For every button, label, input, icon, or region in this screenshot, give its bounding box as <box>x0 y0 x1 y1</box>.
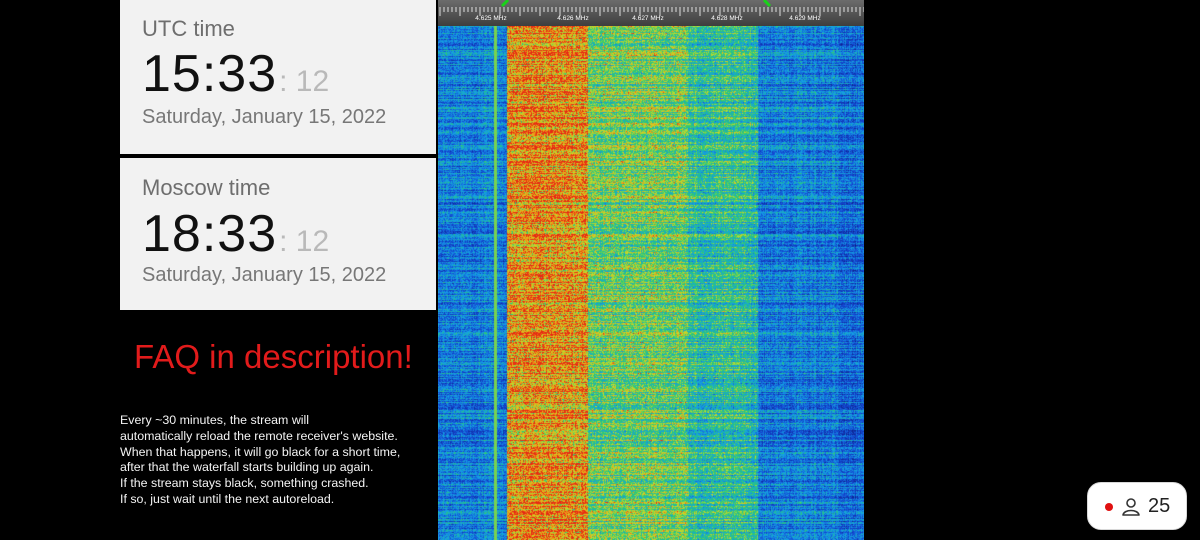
passband-marker <box>500 0 772 8</box>
frequency-label: 4.628 MHz <box>711 15 742 22</box>
waterfall-panel: 4.625 MHz 4.626 MHz 4.627 MHz 4.628 MHz … <box>438 0 864 540</box>
frequency-label: 4.625 MHz <box>475 15 506 22</box>
stream-screen: UTC time 15:33: 12 Saturday, January 15,… <box>0 0 1200 540</box>
utc-clock-label: UTC time <box>142 16 235 41</box>
viewer-count-badge[interactable]: 25 <box>1087 482 1187 530</box>
utc-clock-date: Saturday, January 15, 2022 <box>142 106 387 128</box>
notice-line: If so, just wait until the next autorelo… <box>120 491 335 506</box>
notice-line: When that happens, it will go black for … <box>120 444 401 459</box>
moscow-hours-minutes: 18:33 <box>142 205 278 263</box>
faq-heading: FAQ in description! <box>134 338 413 375</box>
utc-hours-minutes: 15:33 <box>142 45 278 103</box>
moscow-clock-card: Moscow time 18:33: 12 Saturday, January … <box>120 158 436 310</box>
notice-line: automatically reload the remote receiver… <box>120 428 398 443</box>
utc-clock-time: 15:33: 12 <box>142 44 329 104</box>
moscow-clock-date: Saturday, January 15, 2022 <box>142 264 387 286</box>
notice-line: If the stream stays black, something cra… <box>120 476 369 491</box>
utc-clock-card: UTC time 15:33: 12 Saturday, January 15,… <box>120 0 436 154</box>
moscow-seconds: : 12 <box>279 225 330 258</box>
frequency-label: 4.627 MHz <box>632 15 663 22</box>
moscow-clock-time: 18:33: 12 <box>142 204 329 264</box>
moscow-clock-label: Moscow time <box>142 175 271 200</box>
viewer-count: 25 <box>1148 495 1171 517</box>
frequency-scale: 4.625 MHz 4.626 MHz 4.627 MHz 4.628 MHz … <box>438 0 864 26</box>
frequency-label: 4.626 MHz <box>557 15 588 22</box>
reload-notice: Every ~30 minutes, the stream will autom… <box>120 413 438 508</box>
spectrum-waterfall <box>438 26 864 540</box>
utc-seconds: : 12 <box>279 65 330 98</box>
notice-line: after that the waterfall starts building… <box>120 460 374 475</box>
live-indicator-dot <box>1105 503 1113 511</box>
frequency-label: 4.629 MHz <box>789 15 820 22</box>
notice-line: Every ~30 minutes, the stream will <box>120 413 310 427</box>
person-outline-icon <box>1122 498 1140 516</box>
